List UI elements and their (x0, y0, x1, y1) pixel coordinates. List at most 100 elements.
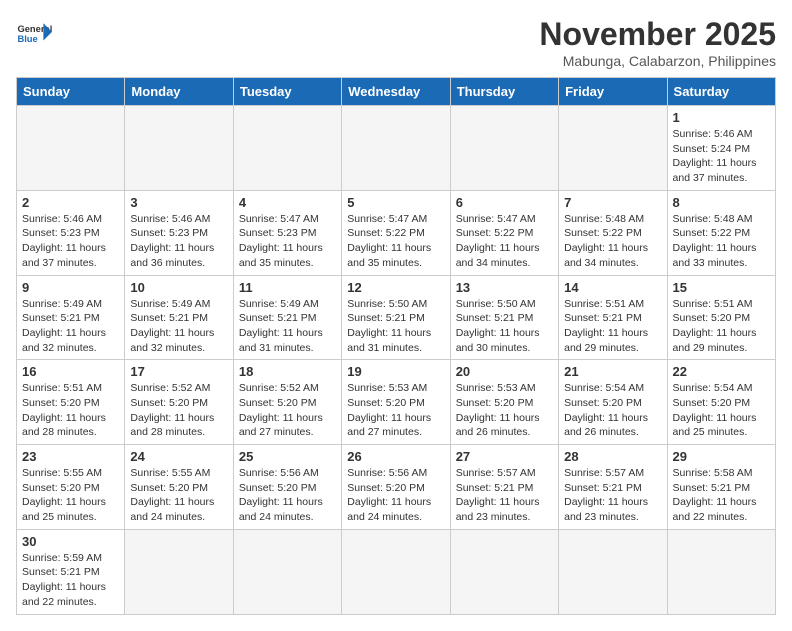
day-number: 28 (564, 449, 661, 464)
day-info: Sunrise: 5:58 AM Sunset: 5:21 PM Dayligh… (673, 466, 770, 525)
day-number: 18 (239, 364, 336, 379)
day-number: 2 (22, 195, 119, 210)
day-info: Sunrise: 5:47 AM Sunset: 5:22 PM Dayligh… (456, 212, 553, 271)
calendar-week-row: 9 Sunrise: 5:49 AM Sunset: 5:21 PM Daylig… (17, 275, 776, 360)
day-info: Sunrise: 5:56 AM Sunset: 5:20 PM Dayligh… (239, 466, 336, 525)
day-info: Sunrise: 5:51 AM Sunset: 5:20 PM Dayligh… (673, 297, 770, 356)
calendar-cell (342, 529, 450, 614)
day-number: 16 (22, 364, 119, 379)
weekday-header-tuesday: Tuesday (233, 78, 341, 106)
calendar-cell (342, 106, 450, 191)
calendar-cell: 13Sunrise: 5:50 AM Sunset: 5:21 PM Dayli… (450, 275, 558, 360)
day-info: Sunrise: 5:54 AM Sunset: 5:20 PM Dayligh… (564, 381, 661, 440)
calendar-week-row: 16 Sunrise: 5:51 AM Sunset: 5:20 PM Dayli… (17, 360, 776, 445)
logo: General Blue (16, 16, 52, 52)
calendar-cell (559, 106, 667, 191)
day-number: 11 (239, 280, 336, 295)
weekday-header-wednesday: Wednesday (342, 78, 450, 106)
title-block: November 2025 Mabunga, Calabarzon, Phili… (539, 16, 776, 69)
calendar-cell (450, 106, 558, 191)
calendar-cell: 29 Sunrise: 5:58 AM Sunset: 5:21 PM Dayli… (667, 445, 775, 530)
calendar-cell: 6 Sunrise: 5:47 AM Sunset: 5:22 PM Daylig… (450, 190, 558, 275)
day-number: 26 (347, 449, 444, 464)
day-number: 5 (347, 195, 444, 210)
day-info: Sunrise: 5:51 AM Sunset: 5:20 PM Dayligh… (22, 381, 119, 440)
day-number: 12 (347, 280, 444, 295)
calendar-week-row: 2 Sunrise: 5:46 AM Sunset: 5:23 PM Daylig… (17, 190, 776, 275)
calendar-cell (17, 106, 125, 191)
calendar-cell: 12 Sunrise: 5:50 AM Sunset: 5:21 PM Dayli… (342, 275, 450, 360)
calendar-cell (125, 529, 233, 614)
calendar-cell (125, 106, 233, 191)
day-number: 22 (673, 364, 770, 379)
calendar-cell: 11Sunrise: 5:49 AM Sunset: 5:21 PM Dayli… (233, 275, 341, 360)
day-info: Sunrise: 5:49 AM Sunset: 5:21 PM Dayligh… (130, 297, 227, 356)
day-info: Sunrise: 5:55 AM Sunset: 5:20 PM Dayligh… (130, 466, 227, 525)
calendar-cell (233, 529, 341, 614)
calendar-cell: 22Sunrise: 5:54 AM Sunset: 5:20 PM Dayli… (667, 360, 775, 445)
day-number: 21 (564, 364, 661, 379)
day-info: Sunrise: 5:57 AM Sunset: 5:21 PM Dayligh… (456, 466, 553, 525)
day-number: 20 (456, 364, 553, 379)
calendar-cell (559, 529, 667, 614)
day-info: Sunrise: 5:47 AM Sunset: 5:22 PM Dayligh… (347, 212, 444, 271)
calendar-cell: 17 Sunrise: 5:52 AM Sunset: 5:20 PM Dayli… (125, 360, 233, 445)
weekday-header-saturday: Saturday (667, 78, 775, 106)
day-info: Sunrise: 5:53 AM Sunset: 5:20 PM Dayligh… (456, 381, 553, 440)
day-number: 29 (673, 449, 770, 464)
day-number: 27 (456, 449, 553, 464)
calendar-week-row: 23Sunrise: 5:55 AM Sunset: 5:20 PM Dayli… (17, 445, 776, 530)
calendar-cell: 25 Sunrise: 5:56 AM Sunset: 5:20 PM Dayli… (233, 445, 341, 530)
day-info: Sunrise: 5:46 AM Sunset: 5:24 PM Dayligh… (673, 127, 770, 186)
calendar-cell: 26 Sunrise: 5:56 AM Sunset: 5:20 PM Dayli… (342, 445, 450, 530)
calendar-week-row: 30Sunrise: 5:59 AM Sunset: 5:21 PM Dayli… (17, 529, 776, 614)
page-header: General Blue November 2025 Mabunga, Cala… (16, 16, 776, 69)
location: Mabunga, Calabarzon, Philippines (539, 53, 776, 69)
calendar-cell: 5 Sunrise: 5:47 AM Sunset: 5:22 PM Daylig… (342, 190, 450, 275)
calendar-cell: 9 Sunrise: 5:49 AM Sunset: 5:21 PM Daylig… (17, 275, 125, 360)
day-number: 15 (673, 280, 770, 295)
calendar-table: SundayMondayTuesdayWednesdayThursdayFrid… (16, 77, 776, 615)
calendar-cell: 8Sunrise: 5:48 AM Sunset: 5:22 PM Daylig… (667, 190, 775, 275)
calendar-cell: 30Sunrise: 5:59 AM Sunset: 5:21 PM Dayli… (17, 529, 125, 614)
day-info: Sunrise: 5:49 AM Sunset: 5:21 PM Dayligh… (22, 297, 119, 356)
day-info: Sunrise: 5:56 AM Sunset: 5:20 PM Dayligh… (347, 466, 444, 525)
day-info: Sunrise: 5:50 AM Sunset: 5:21 PM Dayligh… (456, 297, 553, 356)
day-number: 6 (456, 195, 553, 210)
day-info: Sunrise: 5:50 AM Sunset: 5:21 PM Dayligh… (347, 297, 444, 356)
calendar-cell: 14Sunrise: 5:51 AM Sunset: 5:21 PM Dayli… (559, 275, 667, 360)
day-number: 7 (564, 195, 661, 210)
calendar-cell (667, 529, 775, 614)
calendar-cell: 15 Sunrise: 5:51 AM Sunset: 5:20 PM Dayli… (667, 275, 775, 360)
calendar-cell: 23Sunrise: 5:55 AM Sunset: 5:20 PM Dayli… (17, 445, 125, 530)
calendar-cell: 7 Sunrise: 5:48 AM Sunset: 5:22 PM Daylig… (559, 190, 667, 275)
day-number: 4 (239, 195, 336, 210)
day-info: Sunrise: 5:55 AM Sunset: 5:20 PM Dayligh… (22, 466, 119, 525)
day-number: 3 (130, 195, 227, 210)
logo-icon: General Blue (16, 16, 52, 52)
calendar-cell (233, 106, 341, 191)
calendar-header-row: SundayMondayTuesdayWednesdayThursdayFrid… (17, 78, 776, 106)
day-number: 30 (22, 534, 119, 549)
day-info: Sunrise: 5:52 AM Sunset: 5:20 PM Dayligh… (130, 381, 227, 440)
day-number: 9 (22, 280, 119, 295)
day-info: Sunrise: 5:47 AM Sunset: 5:23 PM Dayligh… (239, 212, 336, 271)
day-info: Sunrise: 5:52 AM Sunset: 5:20 PM Dayligh… (239, 381, 336, 440)
calendar-cell (450, 529, 558, 614)
day-number: 1 (673, 110, 770, 125)
calendar-cell: 18 Sunrise: 5:52 AM Sunset: 5:20 PM Dayli… (233, 360, 341, 445)
calendar-cell: 24Sunrise: 5:55 AM Sunset: 5:20 PM Dayli… (125, 445, 233, 530)
day-number: 10 (130, 280, 227, 295)
calendar-cell: 2Sunrise: 5:46 AM Sunset: 5:23 PM Daylig… (17, 190, 125, 275)
day-info: Sunrise: 5:46 AM Sunset: 5:23 PM Dayligh… (130, 212, 227, 271)
day-number: 25 (239, 449, 336, 464)
day-number: 8 (673, 195, 770, 210)
weekday-header-friday: Friday (559, 78, 667, 106)
day-number: 19 (347, 364, 444, 379)
day-number: 17 (130, 364, 227, 379)
calendar-cell: 21 Sunrise: 5:54 AM Sunset: 5:20 PM Dayli… (559, 360, 667, 445)
day-info: Sunrise: 5:48 AM Sunset: 5:22 PM Dayligh… (564, 212, 661, 271)
calendar-cell: 1 Sunrise: 5:46 AM Sunset: 5:24 PM Daylig… (667, 106, 775, 191)
calendar-cell: 4 Sunrise: 5:47 AM Sunset: 5:23 PM Daylig… (233, 190, 341, 275)
calendar-cell: 20 Sunrise: 5:53 AM Sunset: 5:20 PM Dayli… (450, 360, 558, 445)
